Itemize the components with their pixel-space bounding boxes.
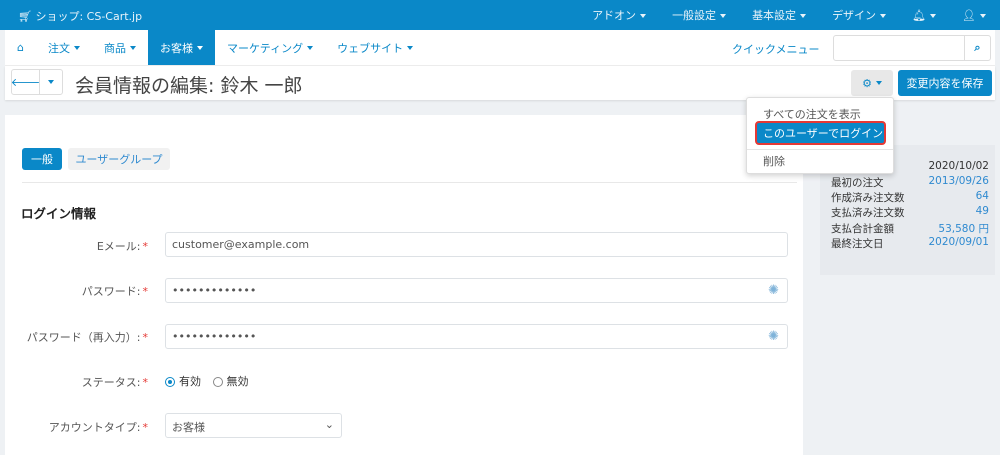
password-label: パスワード: * xyxy=(5,283,148,299)
email-field[interactable]: customer@example.com xyxy=(165,232,788,257)
generate-password-icon[interactable]: ✺ xyxy=(768,329,779,344)
stat-row: 最終注文日 2020/09/01 xyxy=(831,236,989,251)
nav-orders[interactable]: 注文 xyxy=(36,30,92,65)
required-mark: * xyxy=(142,240,149,253)
divider xyxy=(22,182,797,183)
status-label: ステータス: * xyxy=(5,374,148,390)
email-value: customer@example.com xyxy=(172,238,310,251)
tab-general[interactable]: 一般 xyxy=(22,148,62,170)
stat-value: 2020/10/02 xyxy=(928,160,989,172)
status-inactive-radio[interactable]: 無効 xyxy=(212,375,249,388)
stat-value[interactable]: 49 xyxy=(976,205,989,220)
menu-divider xyxy=(747,149,893,150)
cart-icon: 🛒︎ xyxy=(18,10,32,23)
menu-label: デザイン xyxy=(832,9,877,22)
account-type-label: アカウントタイプ: * xyxy=(5,419,148,435)
top-bar: 🛒︎ ショップ: CS-Cart.jp アドオン 一般設定 基本設定 デザイン … xyxy=(0,0,1000,30)
password-confirm-field[interactable]: ••••••••••••• ✺ xyxy=(165,324,788,349)
stat-row: 最初の注文 2013/09/26 xyxy=(831,175,989,190)
tab-usergroups[interactable]: ユーザーグループ xyxy=(68,148,170,170)
nav-website[interactable]: ウェブサイト xyxy=(325,30,425,65)
page-header: 🡐 会員情報の編集: 鈴木 一郎 ⚙ 変更内容を保存 xyxy=(5,66,995,100)
menu-item-login-as-user[interactable]: このユーザーでログイン xyxy=(755,121,886,145)
home-icon[interactable]: ⌂ xyxy=(5,30,36,65)
stat-label: 最初の注文 xyxy=(831,177,884,189)
back-dropdown-button[interactable] xyxy=(40,70,62,94)
stat-row: 支払合計金額 53,580 円 xyxy=(831,221,989,236)
email-label: Eメール: * xyxy=(5,238,148,254)
shop-name: ショップ: CS-Cart.jp xyxy=(35,10,143,23)
required-mark: * xyxy=(142,285,149,298)
label-text: パスワード: xyxy=(81,285,141,298)
menu-label: 一般設定 xyxy=(672,9,717,22)
select-value: お客様 xyxy=(172,421,205,434)
user-icon[interactable]: 👤︎ xyxy=(962,9,986,22)
label-text: ステータス: xyxy=(81,376,141,389)
gear-icon: ⚙ xyxy=(862,76,872,90)
nav-label: お客様 xyxy=(159,41,193,55)
account-type-select[interactable]: お客様 ⌄ xyxy=(165,413,342,438)
stat-value[interactable]: 64 xyxy=(976,190,989,205)
back-arrow-icon[interactable]: 🡐 xyxy=(11,70,40,94)
menu-item-delete[interactable]: 削除 xyxy=(747,153,893,169)
label-text: パスワード（再入力）: xyxy=(26,331,141,344)
status-radio-group: 有効 無効 xyxy=(165,373,249,389)
required-mark: * xyxy=(142,421,149,434)
page-title: 会員情報の編集: 鈴木 一郎 xyxy=(75,75,303,97)
stat-label: 作成済み注文数 xyxy=(831,192,905,204)
shop-link[interactable]: 🛒︎ ショップ: CS-Cart.jp xyxy=(18,8,142,24)
nav-label: 商品 xyxy=(103,41,126,55)
search-icon[interactable]: ⌕ xyxy=(964,36,990,60)
nav-label: ウェブサイト xyxy=(337,41,404,55)
gear-dropdown-button[interactable]: ⚙ xyxy=(851,70,893,96)
menu-design[interactable]: デザイン xyxy=(832,7,887,23)
radio-label: 有効 xyxy=(179,375,201,388)
menu-basic-settings[interactable]: 基本設定 xyxy=(752,7,807,23)
menu-general-settings[interactable]: 一般設定 xyxy=(672,7,727,23)
stat-row: 支払済み注文数 49 xyxy=(831,205,989,220)
radio-label: 無効 xyxy=(226,375,249,388)
search-box[interactable]: ⌕ xyxy=(833,35,991,61)
menu-item-view-all-orders[interactable]: すべての注文を表示 xyxy=(747,106,893,122)
required-mark: * xyxy=(142,331,149,344)
section-title: ログイン情報 xyxy=(21,206,97,221)
required-mark: * xyxy=(142,376,149,389)
password-confirm-label: パスワード（再入力）: * xyxy=(5,329,148,345)
stat-value[interactable]: 53,580 円 xyxy=(938,221,989,236)
nav-marketing[interactable]: マーケティング xyxy=(215,30,325,65)
stat-label: 支払済み注文数 xyxy=(831,207,905,219)
stat-label: 最終注文日 xyxy=(831,238,884,250)
save-button[interactable]: 変更内容を保存 xyxy=(898,70,992,96)
password-value: ••••••••••••• xyxy=(172,330,257,343)
back-button-group: 🡐 xyxy=(11,69,63,95)
stat-value[interactable]: 2013/09/26 xyxy=(928,175,989,190)
stat-row: 作成済み注文数 64 xyxy=(831,190,989,205)
main-panel: 一般 ユーザーグループ ログイン情報 Eメール: * customer@examp… xyxy=(5,115,803,455)
password-field[interactable]: ••••••••••••• ✺ xyxy=(165,278,788,303)
quick-menu-link[interactable]: クイックメニュー xyxy=(732,41,820,57)
nav-label: マーケティング xyxy=(226,41,304,55)
gear-dropdown-menu: すべての注文を表示 このユーザーでログイン 削除 xyxy=(746,97,894,174)
nav-label: 注文 xyxy=(47,41,70,55)
label-text: Eメール: xyxy=(96,240,141,253)
status-active-radio[interactable]: 有効 xyxy=(165,375,201,388)
password-value: ••••••••••••• xyxy=(172,284,257,297)
chevron-down-icon: ⌄ xyxy=(324,418,334,431)
menu-addons[interactable]: アドオン xyxy=(592,7,647,23)
bell-icon[interactable]: 🔔︎ xyxy=(912,9,937,22)
nav-customers[interactable]: お客様 xyxy=(147,30,215,65)
stat-label: 支払合計金額 xyxy=(831,223,894,235)
label-text: アカウントタイプ: xyxy=(48,421,141,434)
menu-label: 基本設定 xyxy=(752,9,797,22)
nav-products[interactable]: 商品 xyxy=(92,30,148,65)
menu-label: アドオン xyxy=(592,9,637,22)
stat-value[interactable]: 2020/09/01 xyxy=(928,236,989,251)
generate-password-icon[interactable]: ✺ xyxy=(768,283,779,298)
